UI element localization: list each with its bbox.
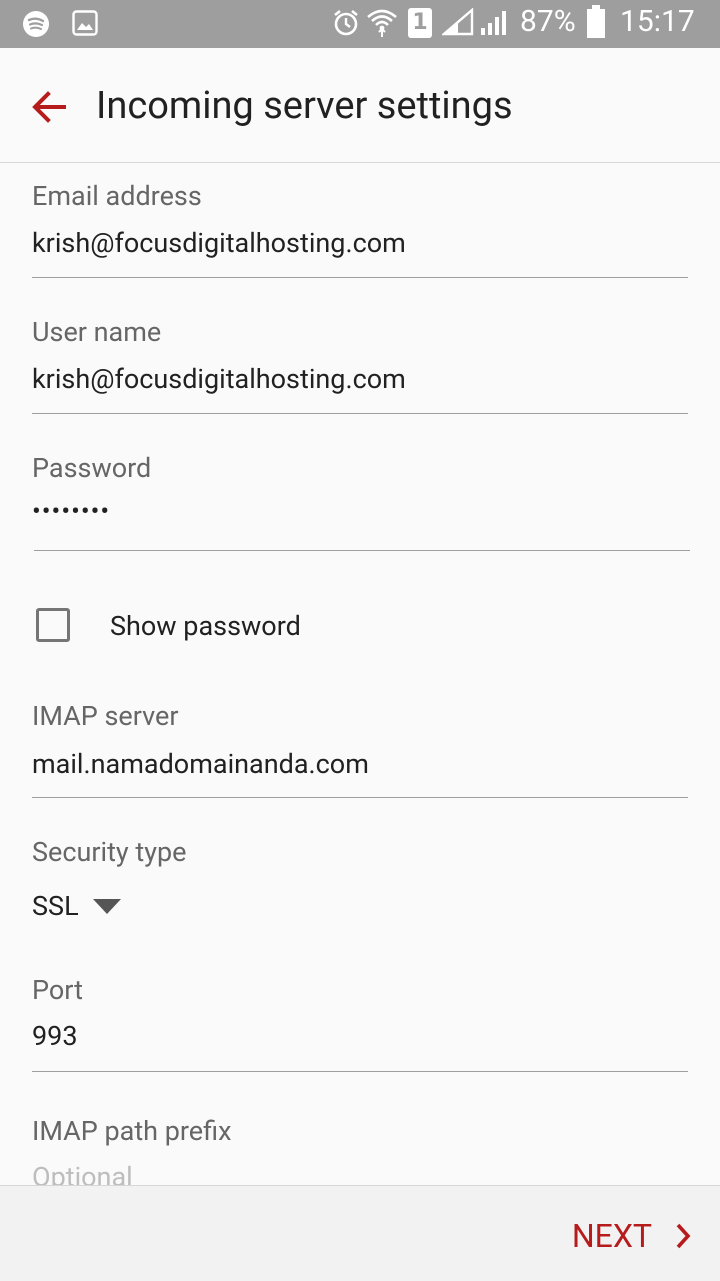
status-bar: 1 87% 15:17 — [0, 0, 720, 48]
bottom-bar: NEXT — [0, 1185, 720, 1281]
battery-icon — [587, 5, 605, 38]
security-type-dropdown[interactable]: SSL — [32, 890, 79, 922]
show-password-label[interactable]: Show password — [110, 610, 301, 642]
password-label: Password — [32, 452, 152, 484]
email-address-field[interactable]: krish@focusdigitalhosting.com — [32, 227, 406, 259]
battery-percent: 87% — [520, 4, 576, 39]
user-name-label: User name — [32, 316, 162, 348]
password-field[interactable]: •••••••• — [32, 497, 110, 527]
port-field[interactable]: 993 — [32, 1020, 78, 1052]
back-arrow-icon[interactable] — [24, 82, 74, 132]
next-button-label: NEXT — [571, 1217, 652, 1255]
user-name-underline — [32, 413, 688, 414]
clock: 15:17 — [620, 4, 695, 39]
email-address-underline — [32, 277, 688, 278]
settings-form[interactable]: Email address krish@focusdigitalhosting.… — [0, 163, 720, 1185]
imap-path-prefix-field[interactable]: Optional — [32, 1161, 133, 1185]
chevron-right-icon — [676, 1223, 691, 1249]
port-underline — [32, 1071, 688, 1072]
wifi-icon — [367, 9, 397, 37]
port-label: Port — [32, 974, 83, 1006]
imap-server-label: IMAP server — [32, 700, 179, 732]
image-notification-icon — [72, 10, 98, 36]
email-address-label: Email address — [32, 180, 202, 212]
next-button[interactable]: NEXT — [572, 1214, 692, 1258]
sim-slot-number: 1 — [412, 10, 428, 35]
imap-server-underline — [32, 797, 688, 798]
sim-1-icon: 1 — [408, 8, 432, 38]
signal-icon — [442, 8, 474, 36]
show-password-checkbox[interactable] — [36, 608, 70, 642]
page-title: Incoming server settings — [96, 84, 513, 128]
dropdown-arrow-icon[interactable] — [93, 899, 121, 914]
user-name-field[interactable]: krish@focusdigitalhosting.com — [32, 363, 406, 395]
signal-icon — [481, 11, 506, 35]
app-bar: Incoming server settings — [0, 48, 720, 163]
imap-path-prefix-label: IMAP path prefix — [32, 1115, 232, 1147]
alarm-icon — [334, 9, 358, 36]
password-underline — [34, 550, 690, 551]
spotify-icon — [23, 11, 49, 37]
imap-server-field[interactable]: mail.namadomainanda.com — [32, 748, 369, 780]
security-type-label: Security type — [32, 836, 187, 868]
